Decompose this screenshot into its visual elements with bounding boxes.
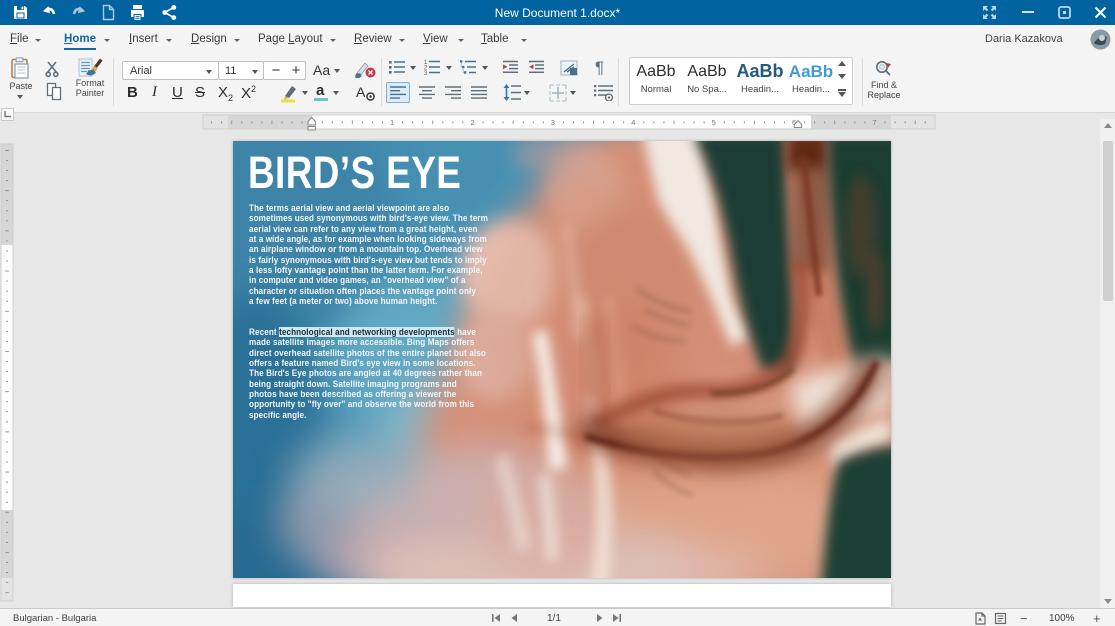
- svg-text:5: 5: [712, 118, 716, 127]
- svg-text:3: 3: [551, 118, 555, 127]
- svg-text:2: 2: [470, 118, 474, 127]
- svg-text:A: A: [356, 84, 366, 100]
- svg-text:7: 7: [872, 118, 876, 127]
- svg-text:4: 4: [631, 118, 635, 127]
- svg-text:3: 3: [424, 71, 428, 75]
- svg-text:1: 1: [390, 118, 394, 127]
